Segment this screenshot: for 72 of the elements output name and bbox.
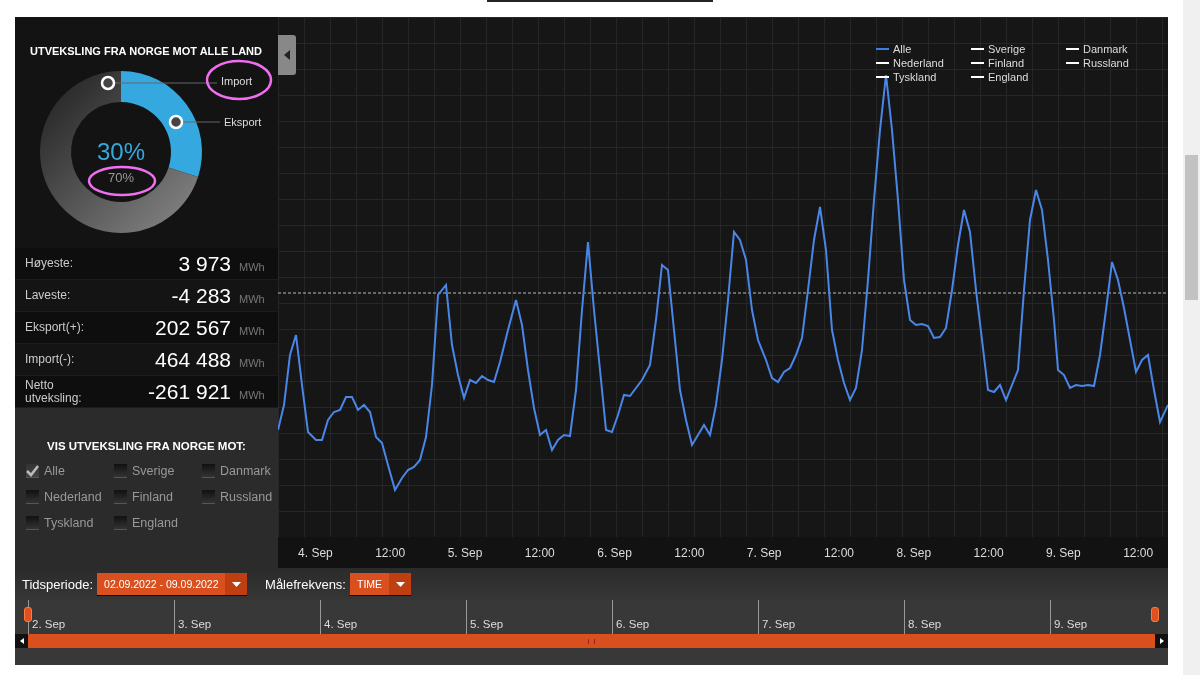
axis-label: 8. Sep [895,545,933,560]
timeline-navigator[interactable]: 2. Sep 3. Sep 4. Sep 5. Sep 6. Sep 7. Sep 8. Sep 9. Sep [15,600,1168,665]
frequency-label: Målefrekvens: [265,576,346,592]
triangle-left-icon [283,50,291,60]
axis-label: 12:00 [1122,545,1155,560]
slice-label: Import [221,75,253,87]
stat-value: 464 488 [154,347,231,372]
country-checkbox[interactable]: England [114,514,202,532]
stat-label: Høyeste: [25,257,74,270]
panel-title: UTVEKSLING FRA NORGE MOT ALLE LAND [30,45,262,57]
stat-unit: MWh [239,355,266,369]
annotation-circle [87,165,157,197]
caret-icon [395,581,405,587]
country-checkbox[interactable]: Sverige [114,462,202,480]
stat-value: 202 567 [154,315,231,340]
legend-item[interactable]: Tyskland [876,71,971,83]
legend-item[interactable]: Russland [1066,57,1161,69]
country-checkbox[interactable]: Alle [26,462,114,480]
percent-value: 70% [108,170,134,185]
axis-label: 12:00 [673,545,706,560]
country-checkbox[interactable]: Danmark [202,462,276,480]
legend-item[interactable]: Danmark [1066,43,1161,55]
triangle-left-icon [19,638,24,644]
annotation-circle [205,59,273,101]
slice-label: Eksport [224,116,262,128]
axis-label: 6. Sep [596,545,633,560]
legend-item[interactable]: Nederland [876,57,971,69]
frequency-dropdown[interactable]: TIME [350,573,412,595]
stat-label: Netto utveksling: [25,378,83,405]
axis-label: 12:00 [972,545,1005,560]
country-checkbox[interactable]: Nederland [26,488,114,506]
axis-label: 4. Sep [297,545,334,560]
stat-label: Import(-): [25,353,76,366]
period-dropdown[interactable]: 02.09.2022 - 09.09.2022 [97,573,248,595]
legend-item[interactable]: England [971,71,1066,83]
axis-label: 7. Sep [745,545,783,560]
stat-value: 3 973 [177,251,231,276]
legend-item[interactable]: Finland [971,57,1066,69]
marker-dot [100,75,116,91]
period-label: Tidsperiode: [22,576,94,592]
legend-item[interactable]: Sverige [971,43,1066,55]
scroll-right-button[interactable] [1155,634,1168,648]
stat-unit: MWh [239,259,266,273]
axis-label: 9. Sep [1045,545,1082,560]
marker-dot [168,114,184,130]
leader-line [182,121,221,123]
stat-value: -4 283 [170,283,231,308]
percent-value: 30% [97,138,145,165]
axis-label: 12:00 [523,545,556,560]
stat-unit: MWh [239,323,266,337]
triangle-right-icon [1159,638,1164,644]
stat-unit: MWh [239,387,266,401]
scroll-left-button[interactable] [15,634,28,648]
stat-label: Laveste: [25,289,72,302]
legend-item[interactable]: Alle [876,43,971,55]
stat-unit: MWh [239,291,266,305]
filter-title: VIS UTVEKSLING FRA NORGE MOT: [46,440,247,452]
scrollbar-thumb[interactable] [28,634,1155,648]
country-checkbox[interactable]: Russland [202,488,276,506]
page-scrollbar[interactable] [1183,0,1200,675]
range-handle[interactable] [1151,607,1159,622]
checkmark-icon [26,464,39,477]
axis-label: 5. Sep [446,545,484,560]
country-checkbox[interactable]: Finland [114,488,202,506]
stat-label: Eksport(+): [25,321,85,334]
axis-label: 12:00 [374,545,407,560]
caret-icon [231,581,241,587]
range-handle[interactable] [24,607,32,622]
axis-label: 12:00 [822,545,855,560]
stat-value: -261 921 [147,379,231,404]
collapse-button[interactable] [278,35,296,75]
country-checkbox[interactable]: Tyskland [26,514,114,532]
